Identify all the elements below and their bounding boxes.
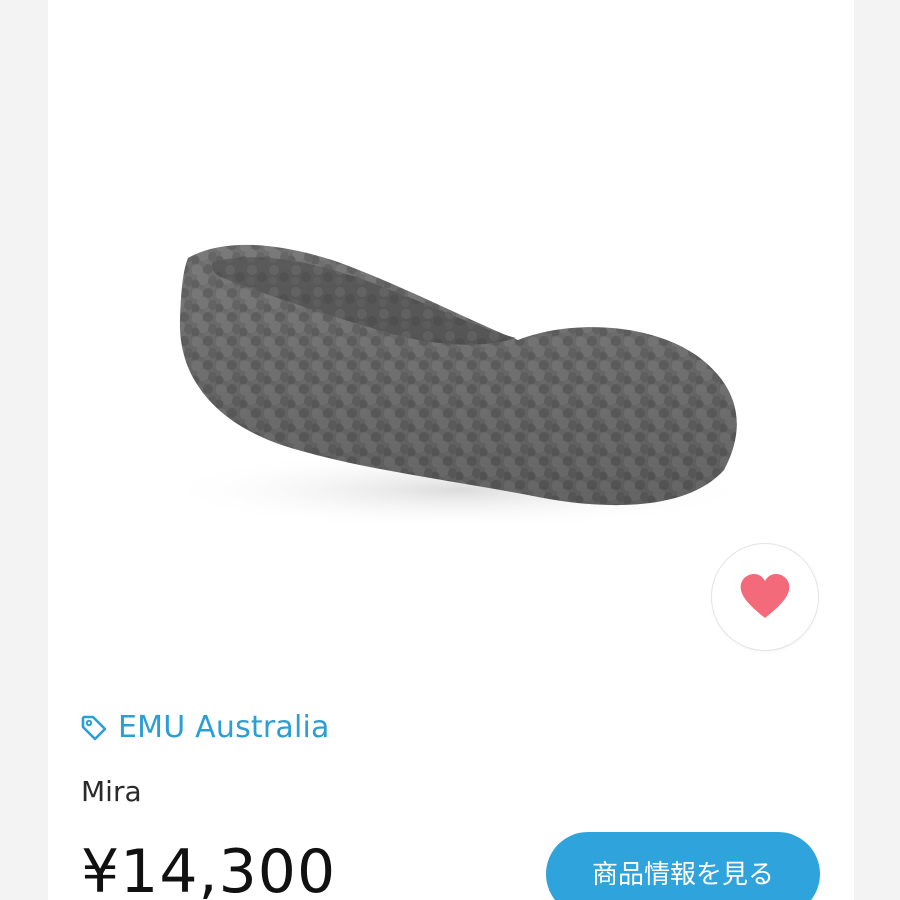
product-name: Mira [81, 775, 142, 808]
view-product-details-button[interactable]: 商品情報を見る [546, 832, 820, 900]
brand-name[interactable]: EMU Australia [118, 708, 330, 748]
favorite-button[interactable] [711, 543, 819, 651]
brand-link[interactable]: EMU Australia [80, 708, 330, 748]
heart-icon [740, 574, 790, 618]
product-page: EMU Australia Mira ¥14,300 商品情報を見る [0, 0, 900, 900]
product-price: ¥14,300 [81, 837, 337, 900]
tag-icon [81, 715, 107, 741]
product-card: EMU Australia Mira ¥14,300 商品情報を見る [48, 0, 854, 900]
